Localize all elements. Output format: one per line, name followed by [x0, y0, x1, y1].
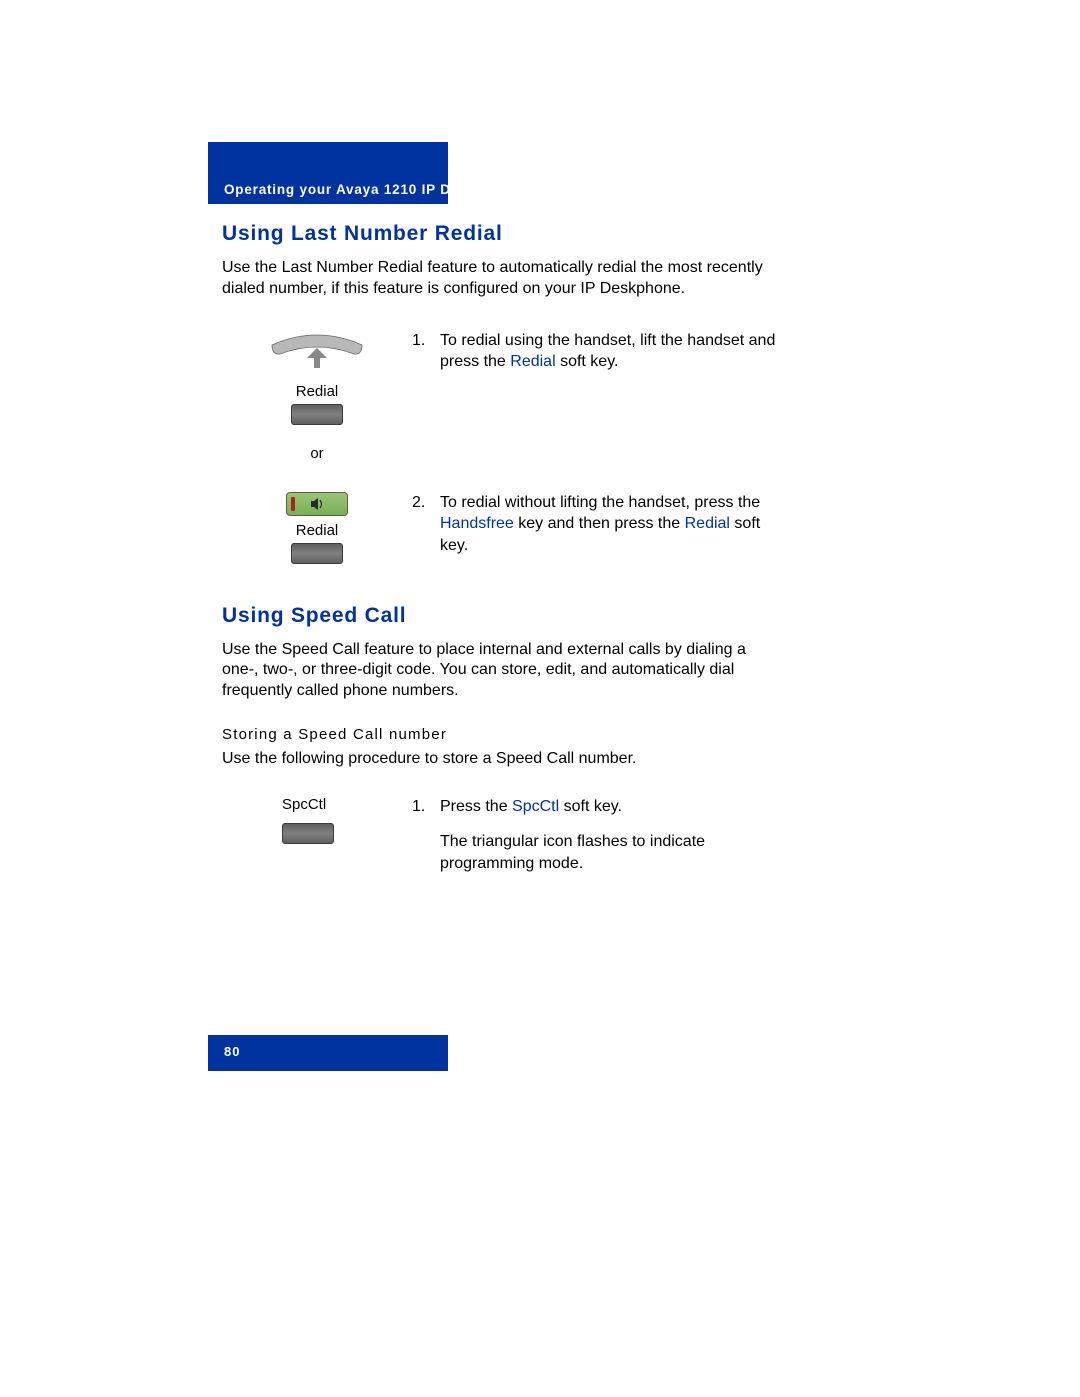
sc-step1-text-b: soft key. [559, 798, 622, 815]
spcctl-label: SpcCtl [282, 796, 412, 813]
redial-softkey-link-2: Redial [685, 515, 730, 532]
handsfree-link: Handsfree [440, 515, 514, 532]
content-area: Using Last Number Redial Use the Last Nu… [222, 222, 782, 895]
softkey-button-icon-2 [291, 543, 343, 564]
step1-or-text: or [222, 445, 412, 462]
handsfree-led-icon [291, 497, 295, 511]
speedcall-text-col: 1. Press the SpcCtl soft key. The triang… [412, 796, 782, 875]
sc-step1-text-a: Press the [440, 798, 512, 815]
redial-softkey-link: Redial [510, 353, 555, 370]
speedcall-step1-text: Press the SpcCtl soft key. The triangula… [440, 796, 782, 875]
spcctl-softkey-link: SpcCtl [512, 798, 559, 815]
section-heading-speedcall: Using Speed Call [222, 604, 782, 628]
speedcall-step1-number: 1. [412, 796, 440, 818]
step2-text-a: To redial without lifting the handset, p… [440, 494, 760, 511]
step1-text-col: 1. To redial using the handset, lift the… [412, 330, 782, 373]
speedcall-step-block: SpcCtl 1. Press the SpcCtl soft key. The… [222, 796, 782, 875]
step2-number: 2. [412, 492, 440, 514]
page-number: 80 [224, 1044, 240, 1059]
step1-redial-label: Redial [222, 383, 412, 400]
softkey-button-icon-3 [282, 823, 334, 844]
document-page: Operating your Avaya 1210 IP Deskphone U… [0, 0, 1080, 1397]
step2-text-b: key and then press the [514, 515, 685, 532]
subsection-heading: Storing a Speed Call number [222, 726, 782, 743]
footer-band [208, 1035, 448, 1071]
step-block-2: Redial 2. To redial without lifting the … [222, 492, 782, 564]
step1-icon-col: Redial or [222, 330, 412, 462]
handsfree-button-icon [286, 492, 348, 516]
speaker-icon [309, 497, 325, 511]
handset-lift-icon [262, 330, 372, 372]
step1-number: 1. [412, 330, 440, 352]
step1-text: To redial using the handset, lift the ha… [440, 330, 782, 373]
step-block-1: Redial or 1. To redial using the handset… [222, 330, 782, 462]
step2-icon-col: Redial [222, 492, 412, 564]
softkey-button-icon [291, 404, 343, 425]
subsection-paragraph: Use the following procedure to store a S… [222, 749, 782, 770]
step2-redial-label: Redial [222, 522, 412, 539]
step2-text-col: 2. To redial without lifting the handset… [412, 492, 782, 557]
section-heading-redial: Using Last Number Redial [222, 222, 782, 246]
section1-paragraph: Use the Last Number Redial feature to au… [222, 258, 782, 300]
speedcall-icon-col: SpcCtl [222, 796, 412, 844]
sc-step1-text-c: The triangular icon flashes to indicate … [440, 833, 705, 872]
header-text: Operating your Avaya 1210 IP Deskphone [224, 182, 520, 197]
section2-paragraph: Use the Speed Call feature to place inte… [222, 640, 782, 702]
step1-text-b: soft key. [556, 353, 619, 370]
step2-text: To redial without lifting the handset, p… [440, 492, 782, 557]
